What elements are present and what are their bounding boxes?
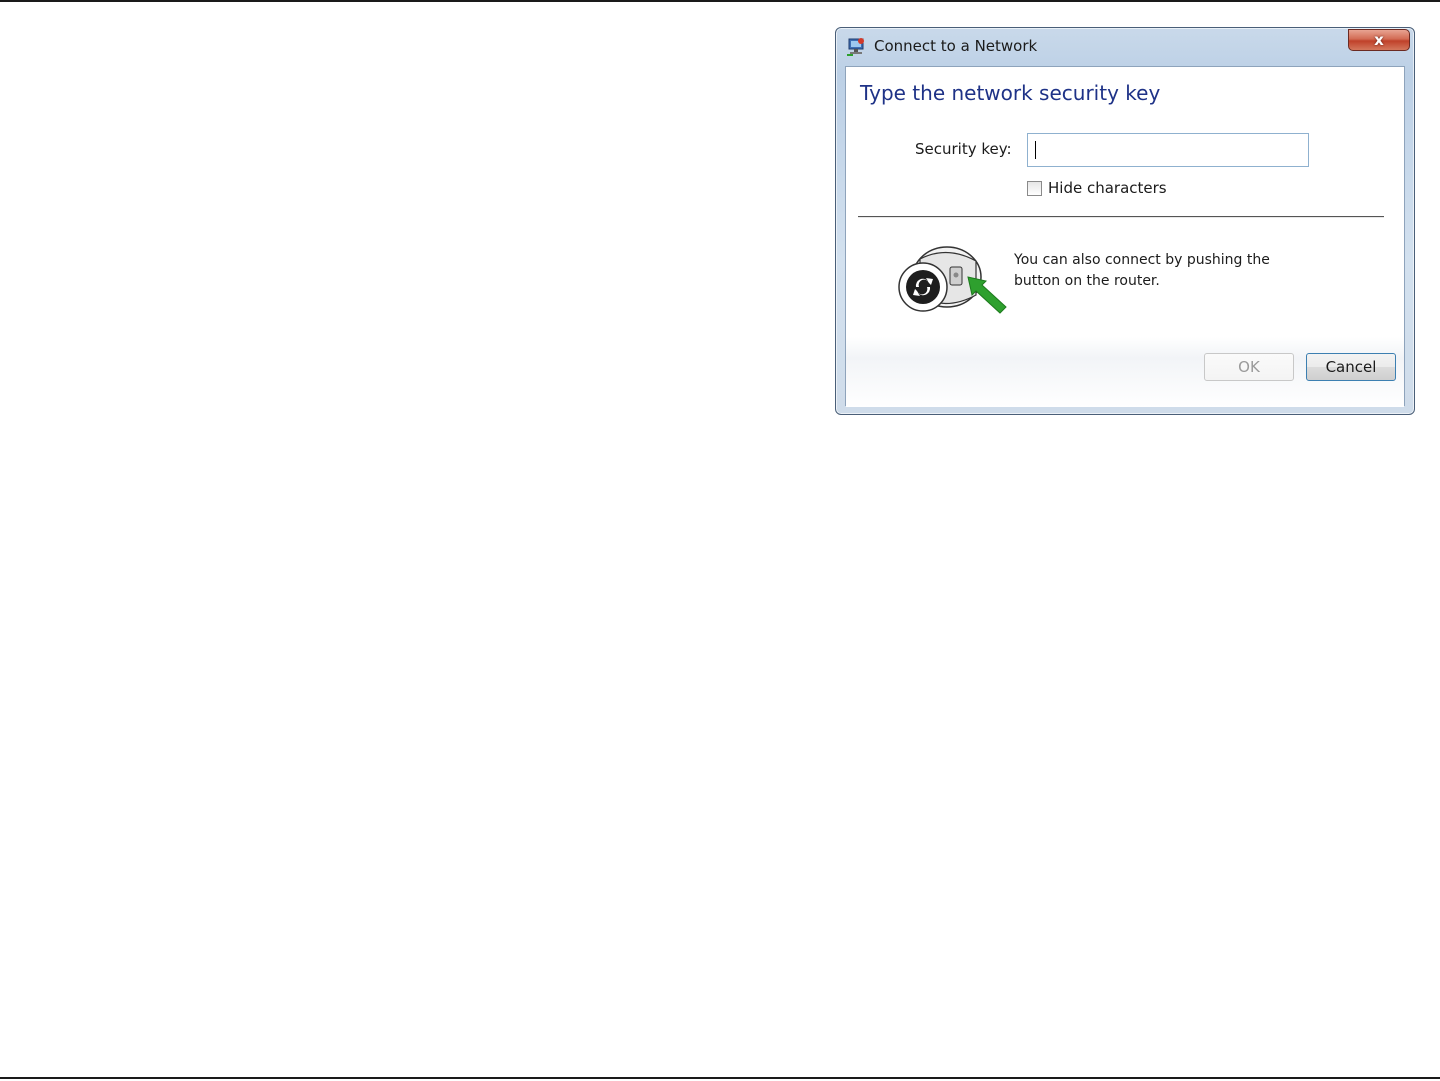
dialog-heading: Type the network security key (860, 81, 1161, 105)
wps-router-button-icon (898, 246, 1007, 314)
network-connection-icon (847, 38, 864, 56)
close-icon: x (1374, 31, 1384, 49)
connect-dialog-window: Connect to a Network x Type the network … (835, 27, 1415, 415)
hide-characters-label[interactable]: Hide characters (1048, 179, 1167, 197)
wps-instruction-text: You can also connect by pushing the butt… (1014, 252, 1270, 289)
top-rule (0, 0, 1440, 2)
hide-characters-row[interactable]: Hide characters (1027, 179, 1167, 197)
hide-characters-checkbox[interactable] (1027, 180, 1042, 196)
close-button[interactable]: x (1348, 29, 1410, 51)
cancel-button[interactable]: Cancel (1306, 353, 1396, 381)
security-key-label: Security key: (915, 140, 1012, 158)
window-title: Connect to a Network (874, 37, 1038, 55)
ok-button[interactable]: OK (1204, 353, 1294, 381)
section-divider (858, 216, 1384, 218)
page: Connect to a Network x Type the network … (0, 0, 1440, 1081)
title-bar[interactable]: Connect to a Network x (836, 28, 1414, 66)
security-key-input[interactable] (1027, 133, 1309, 167)
dialog-content: Type the network security key Security k… (845, 66, 1405, 407)
text-cursor (1035, 141, 1036, 159)
bottom-rule (0, 1077, 1440, 1079)
